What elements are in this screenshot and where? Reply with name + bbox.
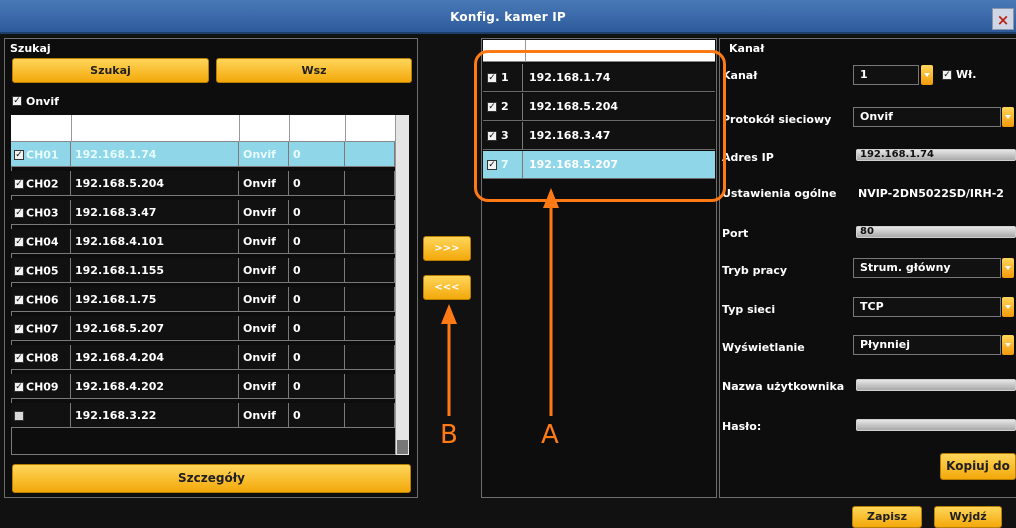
annotation-a-arrow bbox=[543, 188, 559, 416]
annotation-b-label: B bbox=[440, 420, 458, 450]
annotation-arrows bbox=[441, 188, 559, 416]
annotation-a-label: A bbox=[541, 420, 559, 450]
annotation-b-arrow bbox=[441, 304, 457, 416]
